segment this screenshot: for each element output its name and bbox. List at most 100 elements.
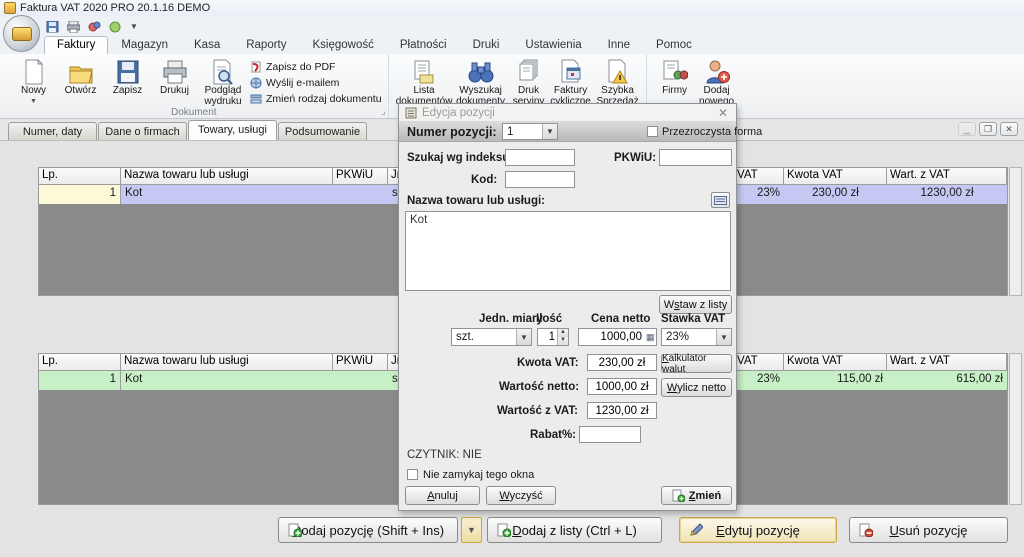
drukuj-button[interactable]: Drukuj <box>151 56 198 97</box>
column-header-nazwa[interactable]: Nazwa towaru lub usługi <box>121 354 333 371</box>
podglad-wydruku-button[interactable]: Podgląd wydruku <box>198 56 248 107</box>
wartosc-z-vat-input[interactable] <box>587 402 657 419</box>
column-header-wart-z-vat[interactable]: Wart. z VAT <box>887 354 1007 371</box>
kwota-vat-input[interactable] <box>587 354 657 371</box>
dialog-icon <box>405 107 417 119</box>
mdi-window-controls: ▁ ❐ ✕ <box>958 122 1018 136</box>
jedn-miary-select[interactable]: szt.▼ <box>451 328 532 346</box>
quick-access-dropdown-icon[interactable]: ▼ <box>130 22 138 31</box>
wyszukaj-dokumenty-button[interactable]: Wyszukaj dokumenty <box>452 56 510 107</box>
lista-dokumentow-button[interactable]: Lista dokumentów <box>397 56 452 107</box>
ribbon-tab-ksiegowosc[interactable]: Księgowość <box>300 36 387 54</box>
otworz-button[interactable]: Otwórz <box>57 56 104 97</box>
dialog-close-icon[interactable]: ✕ <box>716 106 730 120</box>
nazwa-towaru-textarea[interactable]: Kot <box>405 211 731 291</box>
przezroczysta-forma-checkbox[interactable] <box>647 126 658 137</box>
application-menu-orb[interactable] <box>3 15 40 52</box>
wartosc-netto-input[interactable] <box>587 378 657 395</box>
szukaj-wg-indeksu-input[interactable] <box>505 149 575 166</box>
ilosc-spinner[interactable]: ▲▼ <box>537 328 569 346</box>
column-header-vat[interactable]: VAT <box>734 168 784 185</box>
column-header-kwota-vat[interactable]: Kwota VAT <box>784 168 887 185</box>
ribbon-tab-platnosci[interactable]: Płatności <box>387 36 460 54</box>
dialog-titlebar[interactable]: Edycja pozycji ✕ <box>399 104 736 122</box>
faktury-cykliczne-button[interactable]: Faktury cykliczne <box>548 56 594 107</box>
chevron-down-icon: ▼ <box>516 329 531 345</box>
wyczysc-button[interactable]: Wyczyść <box>486 486 556 505</box>
column-header-pkwiu[interactable]: PKWiU <box>333 168 388 185</box>
mdi-restore-button[interactable]: ❐ <box>979 122 997 136</box>
dialog-launcher-icon[interactable]: ⌟ <box>381 106 385 117</box>
mdi-minimize-button[interactable]: ▁ <box>958 122 976 136</box>
ribbon-tab-pomoc[interactable]: Pomoc <box>643 36 705 54</box>
dodaj-z-listy-button[interactable]: Dodaj z listy (Ctrl + L) <box>487 517 662 543</box>
edytuj-pozycje-button[interactable]: Edytuj pozycję <box>679 517 837 543</box>
szybka-sprzedaz-button[interactable]: Szybka Sprzedaż <box>594 56 642 107</box>
column-header-wart-z-vat[interactable]: Wart. z VAT <box>887 168 1007 185</box>
upper-table-scrollbar[interactable] <box>1009 167 1022 296</box>
cell-wart-z-vat: 615,00 zł <box>887 371 1007 390</box>
column-header-vat[interactable]: VAT <box>734 354 784 371</box>
druk-seryjny-button[interactable]: Druk seryjny <box>510 56 548 107</box>
kod-input[interactable] <box>505 171 575 188</box>
anuluj-button[interactable]: Anuluj <box>405 486 480 505</box>
column-header-kwota-vat[interactable]: Kwota VAT <box>784 354 887 371</box>
ribbon-tab-ustawienia[interactable]: Ustawienia <box>512 36 594 54</box>
firmy-button[interactable]: Firmy <box>655 56 695 97</box>
dodaj-pozycje-dropdown-button[interactable]: ▼ <box>461 517 482 543</box>
rabat-input[interactable] <box>579 426 641 443</box>
zapisz-button[interactable]: Zapisz <box>104 56 151 97</box>
ribbon-tab-inne[interactable]: Inne <box>595 36 643 54</box>
szukaj-wg-indeksu-label: Szukaj wg indeksu: <box>407 152 513 164</box>
edit-pencil-icon <box>689 523 703 537</box>
tab-towary-uslugi[interactable]: Towary, usługi <box>188 120 277 140</box>
wylicz-netto-button[interactable]: Wylicz netto <box>661 378 732 397</box>
column-header-lp[interactable]: Lp. <box>39 354 121 371</box>
tab-podsumowanie[interactable]: Podsumowanie <box>278 122 367 140</box>
style-brush-icon[interactable] <box>88 21 101 32</box>
save-icon[interactable] <box>46 21 59 32</box>
ribbon-tab-magazyn[interactable]: Magazyn <box>108 36 181 54</box>
document-list-icon <box>412 59 436 85</box>
keyboard-icon <box>714 196 727 205</box>
column-header-nazwa[interactable]: Nazwa towaru lub usługi <box>121 168 333 185</box>
stawka-vat-select[interactable]: 23%▼ <box>661 328 732 346</box>
dodaj-pozycje-button[interactable]: Dodaj pozycję (Shift + Ins) <box>278 517 458 543</box>
quick-access-toolbar: ▼ <box>0 16 1024 36</box>
cell-pkwiu <box>333 371 388 390</box>
zmien-button[interactable]: Zmień <box>661 486 732 505</box>
ribbon-tab-kasa[interactable]: Kasa <box>181 36 233 54</box>
kalkulator-walut-button[interactable]: Kalkulator walut <box>661 354 732 373</box>
keyboard-button[interactable] <box>711 192 730 208</box>
zapisz-do-pdf-button[interactable]: Zapisz do PDF <box>248 60 384 74</box>
ribbon-tab-raporty[interactable]: Raporty <box>233 36 299 54</box>
window-title: Faktura VAT 2020 PRO 20.1.16 DEMO <box>20 2 210 14</box>
rabat-label: Rabat%: <box>530 429 576 441</box>
column-header-lp[interactable]: Lp. <box>39 168 121 185</box>
lower-table-scrollbar[interactable] <box>1009 353 1022 505</box>
column-header-pkwiu[interactable]: PKWiU <box>333 354 388 371</box>
edytuj-pozycje-label: Edytuj pozycję <box>716 523 800 538</box>
spinner-arrows-icon[interactable]: ▲▼ <box>557 329 568 345</box>
ilosc-input[interactable] <box>538 329 557 345</box>
wstaw-z-listy-button[interactable]: Wstaw z listy <box>659 295 732 314</box>
print-icon[interactable] <box>67 21 80 32</box>
dodaj-nowego-button[interactable]: Dodaj nowego <box>695 56 739 107</box>
mdi-close-button[interactable]: ✕ <box>1000 122 1018 136</box>
quick-sale-icon <box>606 59 630 85</box>
nie-zamykaj-checkbox[interactable] <box>407 469 418 480</box>
ribbon-tab-druki[interactable]: Druki <box>460 36 513 54</box>
kalkulator-walut-label: Kalkulator walut <box>662 353 731 375</box>
ribbon-tab-faktury[interactable]: Faktury <box>44 36 108 54</box>
pkwiu-input[interactable] <box>659 149 732 166</box>
wyslij-emailem-button[interactable]: Wyślij e-mailem <box>248 76 384 90</box>
usun-pozycje-button[interactable]: Usuń pozycję <box>849 517 1008 543</box>
zmien-rodzaj-dokumentu-button[interactable]: Zmień rodzaj dokumentu <box>248 92 384 106</box>
numer-pozycji-select[interactable]: 1▼ <box>502 123 558 140</box>
nowy-button[interactable]: Nowy ▼ <box>10 56 57 105</box>
help-icon[interactable] <box>109 21 122 32</box>
czytnik-status: CZYTNIK: NIE <box>407 449 482 461</box>
tab-dane-o-firmach[interactable]: Dane o firmach <box>98 122 187 140</box>
calculator-mini-icon[interactable]: ▦ <box>646 332 655 343</box>
tab-numer-daty[interactable]: Numer, daty <box>8 122 97 140</box>
